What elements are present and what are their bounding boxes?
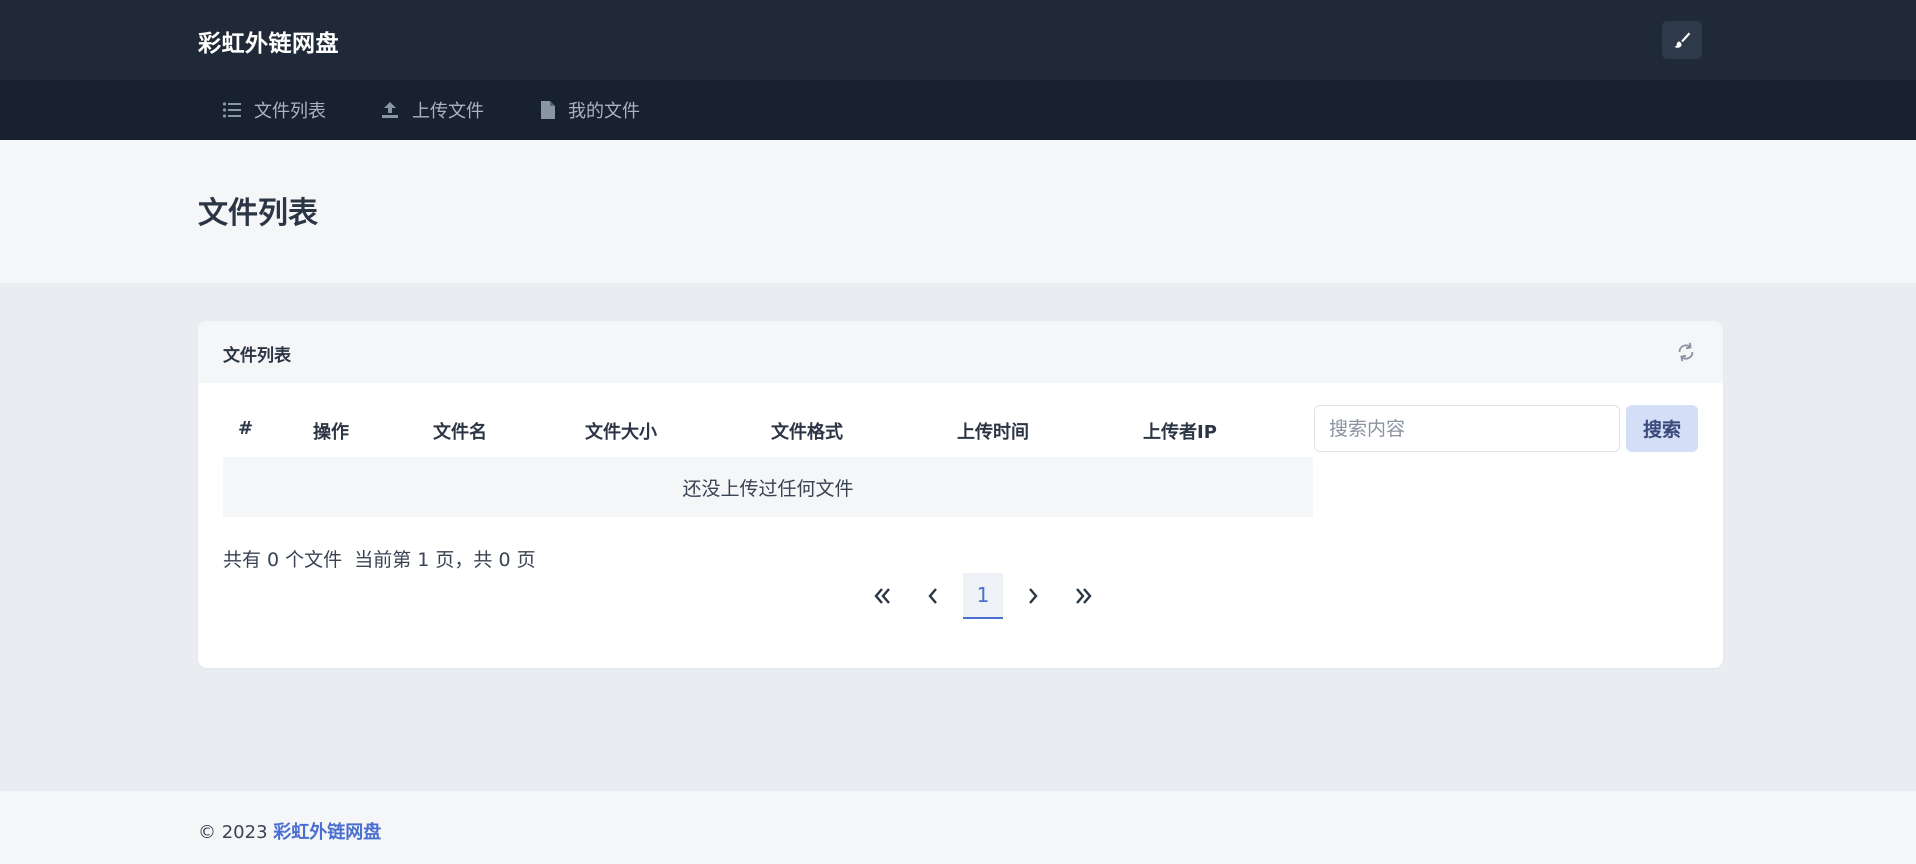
last-page-button[interactable] [1063, 573, 1103, 619]
paintbrush-icon [1674, 32, 1691, 48]
copyright-text: © 2023 [198, 822, 268, 843]
footer-site-link[interactable]: 彩虹外链网盘 [273, 822, 381, 843]
column-header: 操作 [313, 422, 349, 443]
file-table: # 操作 文件名 文件大小 文件格式 上传时间 上传者IP 还没上传过任何文件 [223, 401, 1313, 517]
column-header: # [238, 418, 254, 439]
table-header: # 操作 文件名 文件大小 文件格式 上传时间 上传者IP [223, 401, 1313, 457]
column-header: 上传时间 [957, 422, 1029, 443]
nav-item-upload[interactable]: 上传文件 [380, 80, 484, 140]
page-header: 文件列表 [0, 140, 1916, 283]
first-page-button[interactable] [863, 573, 903, 619]
search-button[interactable]: 搜索 [1626, 405, 1698, 452]
prev-page-button[interactable] [913, 573, 953, 619]
search-input[interactable] [1314, 405, 1620, 452]
nav-item-file-list[interactable]: 文件列表 [222, 80, 326, 140]
file-count-summary: 共有 0 个文件 当前第 1 页，共 0 页 [223, 549, 536, 571]
next-page-button[interactable] [1013, 573, 1053, 619]
file-icon [541, 101, 555, 119]
card-title: 文件列表 [223, 346, 291, 366]
nav-bar: 文件列表 上传文件 我的文件 [0, 80, 1916, 140]
footer: © 2023 彩虹外链网盘 [0, 791, 1916, 864]
page-title: 文件列表 [198, 196, 318, 231]
empty-table-message: 还没上传过任何文件 [223, 457, 1313, 517]
card-header: 文件列表 [198, 321, 1723, 383]
theme-toggle-button[interactable] [1662, 21, 1702, 59]
file-list-card: 文件列表 # 操作 文件名 文件大小 文件格式 上传时间 上传者IP 还没上传过… [198, 321, 1723, 668]
nav-label: 我的文件 [568, 101, 640, 122]
brand-logo-text[interactable]: 彩虹外链网盘 [198, 24, 339, 58]
refresh-icon[interactable] [1675, 341, 1697, 363]
footer-text: © 2023 彩虹外链网盘 [198, 818, 381, 844]
main-content: 文件列表 # 操作 文件名 文件大小 文件格式 上传时间 上传者IP 还没上传过… [0, 283, 1916, 791]
column-header: 上传者IP [1143, 422, 1217, 443]
column-header: 文件名 [433, 422, 487, 443]
column-header: 文件大小 [585, 422, 657, 443]
upload-icon [382, 102, 398, 118]
nav-label: 文件列表 [254, 101, 326, 122]
pagination: 1 [198, 573, 1723, 619]
column-header: 文件格式 [771, 422, 843, 443]
double-chevron-right-icon [1076, 588, 1092, 604]
nav-label: 上传文件 [412, 101, 484, 122]
top-bar: 彩虹外链网盘 [0, 0, 1916, 80]
page-number-button[interactable]: 1 [963, 573, 1003, 619]
nav-item-my-files[interactable]: 我的文件 [540, 80, 640, 140]
chevron-right-icon [1029, 588, 1038, 604]
double-chevron-left-icon [874, 588, 890, 604]
chevron-left-icon [928, 588, 937, 604]
list-icon [222, 102, 241, 118]
